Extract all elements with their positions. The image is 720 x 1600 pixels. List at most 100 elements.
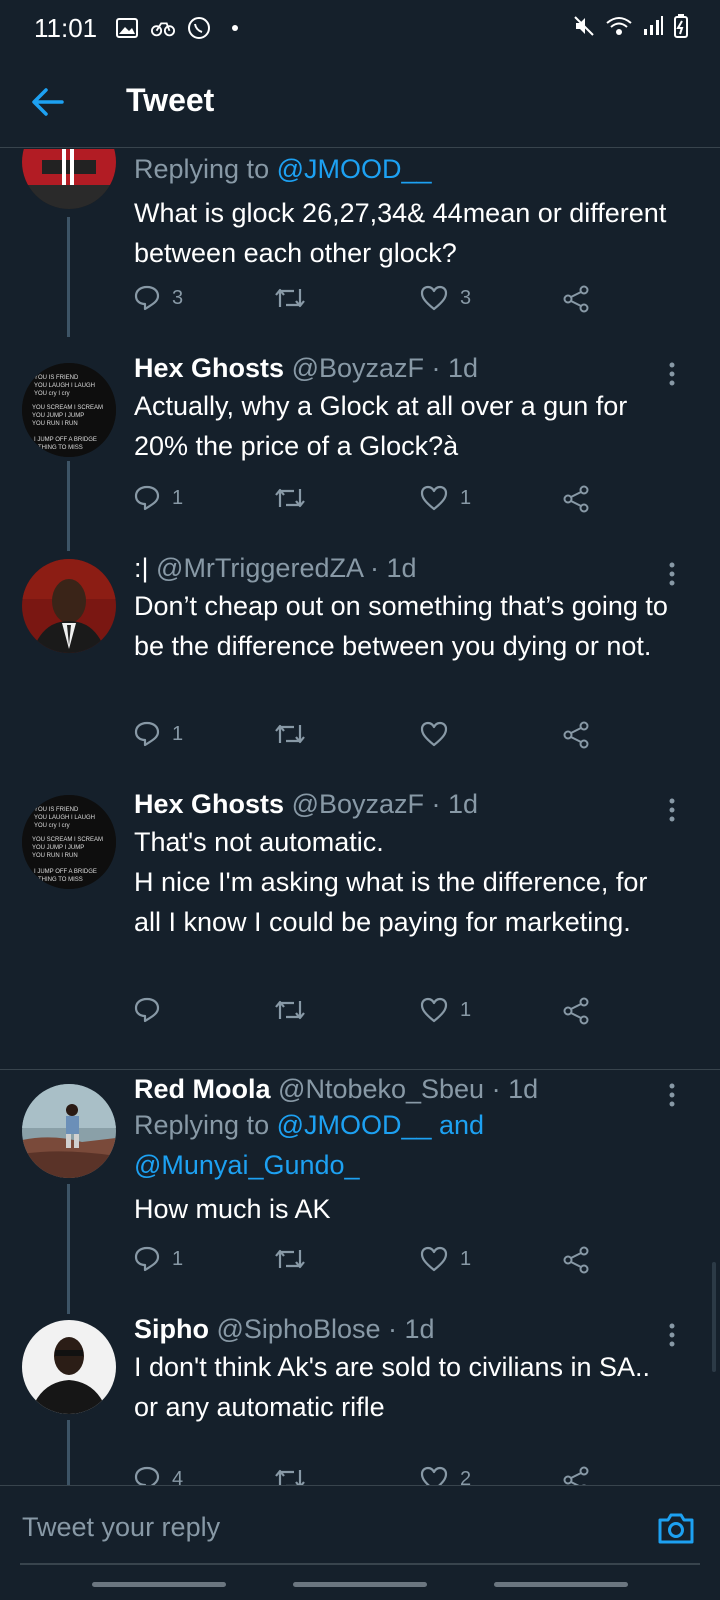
reply-input[interactable]: Tweet your reply — [22, 1512, 220, 1543]
retweet-button[interactable] — [274, 485, 306, 511]
timestamp: · 1d — [362, 553, 417, 583]
meme-text-line: I JUMP OFF A BRIDGE — [34, 869, 97, 875]
retweet-button[interactable] — [274, 1466, 306, 1485]
reply-count: 4 — [172, 1467, 184, 1486]
reply-button[interactable]: 1 — [134, 1246, 183, 1272]
tweet-item[interactable]: YOU IS FRIEND YOU LAUGH I LAUGH YOU cry … — [0, 785, 720, 1049]
display-name[interactable]: Red Moola — [134, 1074, 271, 1104]
display-name[interactable]: Sipho — [134, 1314, 209, 1344]
retweet-button[interactable] — [274, 997, 306, 1023]
meme-text-line: YOU JUMP I JUMP — [32, 845, 84, 851]
display-name[interactable]: Hex Ghosts — [134, 789, 284, 819]
replying-to-label: Replying to — [134, 154, 277, 184]
tweet-item[interactable]: :| @MrTriggeredZA · 1d Don’t cheap out o… — [0, 549, 720, 785]
like-button[interactable] — [420, 721, 460, 747]
more-icon[interactable] — [668, 1082, 684, 1110]
nav-home-button[interactable] — [293, 1582, 427, 1587]
share-button[interactable] — [562, 1466, 590, 1485]
more-icon[interactable] — [668, 1322, 684, 1350]
display-name[interactable]: :| — [134, 553, 149, 583]
like-count: 1 — [460, 998, 472, 1021]
retweet-button[interactable] — [274, 721, 306, 747]
more-icon[interactable] — [668, 361, 684, 389]
display-name[interactable]: Hex Ghosts — [134, 353, 284, 383]
status-right-icons — [572, 14, 688, 43]
reply-button[interactable]: 1 — [134, 485, 183, 511]
reply-thread[interactable]: Replying to @JMOOD__ What is glock 26,27… — [0, 149, 720, 1485]
share-button[interactable] — [562, 485, 590, 513]
meme-text-line: YOU SCREAM I SCREAM — [32, 837, 103, 843]
thread-line — [67, 1184, 70, 1314]
wifi-icon — [606, 15, 632, 42]
handle[interactable]: @BoyzazF — [292, 353, 424, 383]
handle[interactable]: @Ntobeko_Sbeu — [278, 1074, 484, 1104]
meme-text-line: YOU IS FRIEND — [34, 375, 79, 381]
like-button[interactable]: 1 — [420, 485, 471, 511]
avatar[interactable] — [22, 1320, 116, 1414]
reply-button[interactable]: 3 — [134, 285, 183, 311]
gallery-icon — [115, 16, 139, 40]
share-icon — [563, 1246, 589, 1274]
avatar[interactable] — [22, 1084, 116, 1178]
like-count: 1 — [460, 486, 472, 509]
share-button[interactable] — [562, 285, 590, 313]
tweet-text: Actually, why a Glock at all over a gun … — [134, 391, 628, 461]
tweet-header: Sipho @SiphoBlose · 1d — [134, 1314, 670, 1345]
reply-icon — [134, 997, 160, 1023]
share-button[interactable] — [562, 721, 590, 749]
tweet-actions: 3 3 — [134, 285, 614, 321]
like-button[interactable]: 1 — [420, 1246, 471, 1272]
meme-text-line: THING TO MISS — [38, 445, 83, 451]
handle[interactable]: @SiphoBlose — [217, 1314, 381, 1344]
avatar[interactable]: YOU IS FRIEND YOU LAUGH I LAUGH YOU cry … — [22, 363, 116, 457]
like-icon — [420, 1466, 448, 1485]
bike-icon — [151, 16, 176, 40]
share-button[interactable] — [562, 997, 590, 1025]
tweet-item[interactable]: Red Moola @Ntobeko_Sbeu · 1d Replying to… — [0, 1070, 720, 1314]
like-button[interactable]: 3 — [420, 285, 471, 311]
handle[interactable]: @MrTriggeredZA — [156, 553, 362, 583]
retweet-icon — [275, 1249, 305, 1269]
reply-icon — [134, 1246, 160, 1272]
more-icon[interactable] — [668, 797, 684, 825]
reply-icon — [134, 1466, 160, 1485]
tweet-item[interactable]: Sipho @SiphoBlose · 1d I don't think Ak'… — [0, 1310, 720, 1485]
like-icon — [420, 721, 448, 747]
meme-text-line: YOU LAUGH I LAUGH — [34, 383, 95, 389]
like-button[interactable]: 2 — [420, 1466, 471, 1485]
like-button[interactable]: 1 — [420, 997, 471, 1023]
reply-button[interactable]: 4 — [134, 1466, 183, 1485]
avatar[interactable]: YOU IS FRIEND YOU LAUGH I LAUGH YOU cry … — [22, 795, 116, 889]
back-arrow-icon[interactable] — [30, 84, 70, 120]
share-icon — [563, 721, 589, 749]
reply-button[interactable] — [134, 997, 172, 1023]
avatar[interactable] — [22, 149, 116, 209]
dot-icon — [223, 16, 247, 40]
nav-back-button[interactable] — [494, 1582, 628, 1587]
nav-recent-button[interactable] — [92, 1582, 226, 1587]
handle[interactable]: @BoyzazF — [292, 789, 424, 819]
scrollbar[interactable] — [712, 1262, 716, 1372]
tweet-actions: 1 1 — [134, 485, 614, 521]
tweet-header: Hex Ghosts @BoyzazF · 1d — [134, 353, 670, 384]
more-icon[interactable] — [668, 561, 684, 589]
meme-text-line: YOU cry I cry — [34, 823, 70, 829]
retweet-button[interactable] — [274, 1246, 306, 1272]
tweet-header: Red Moola @Ntobeko_Sbeu · 1d — [134, 1074, 670, 1105]
avatar[interactable] — [22, 559, 116, 653]
top-app-bar: Tweet — [0, 56, 720, 148]
camera-icon[interactable] — [656, 1508, 696, 1548]
tweet-text: What is glock 26,27,34& 44mean or differ… — [134, 198, 667, 268]
mention-link[interactable]: @JMOOD__ — [277, 154, 432, 184]
tweet-item[interactable]: Replying to @JMOOD__ What is glock 26,27… — [0, 149, 720, 337]
tweet-item[interactable]: YOU IS FRIEND YOU LAUGH I LAUGH YOU cry … — [0, 349, 720, 551]
like-icon — [420, 285, 448, 311]
share-button[interactable] — [562, 1246, 590, 1274]
like-count: 3 — [460, 286, 472, 309]
tweet-text: Don’t cheap out on something that’s goin… — [134, 591, 668, 661]
tweet-text-line: H nice I'm asking what is the difference… — [134, 867, 648, 937]
reply-button[interactable]: 1 — [134, 721, 183, 747]
page-title: Tweet — [126, 82, 215, 118]
retweet-button[interactable] — [274, 285, 306, 311]
thread-line — [67, 217, 70, 337]
